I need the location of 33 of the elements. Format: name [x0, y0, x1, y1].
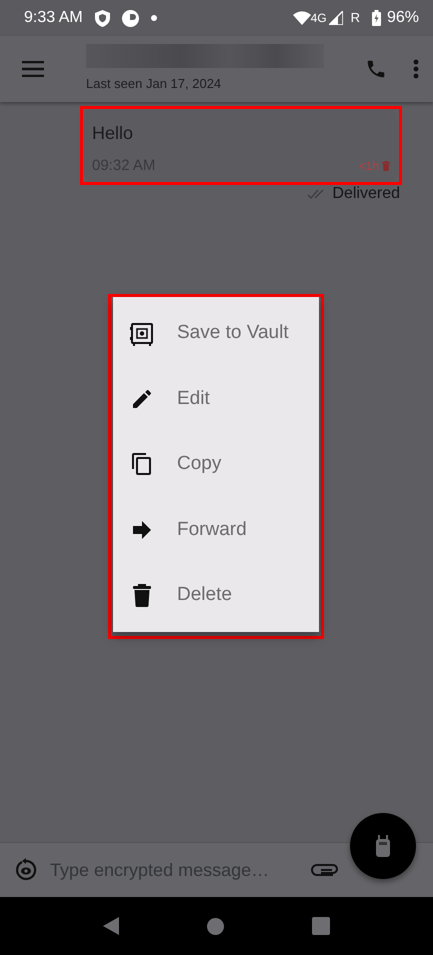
trash-icon: [132, 583, 152, 608]
home-icon[interactable]: [207, 918, 224, 934]
menu-item[interactable]: Forward: [113, 516, 319, 544]
roaming-indicator: R: [350, 9, 360, 28]
menu-item[interactable]: Edit: [113, 384, 319, 414]
network-type: 4G: [310, 10, 327, 27]
status-time: 9:33 AM: [24, 8, 83, 28]
menu-item[interactable]: Delete: [113, 581, 319, 610]
delivery-status: Delivered: [332, 184, 400, 204]
menu-item[interactable]: Save to Vault: [113, 319, 319, 348]
arrow-right-icon: [131, 518, 153, 541]
back-icon[interactable]: [103, 917, 119, 935]
battery-icon: [372, 10, 381, 26]
timer-eye-icon[interactable]: [14, 858, 38, 882]
copy-icon: [130, 452, 154, 476]
expiry-timer: <1h: [358, 158, 379, 176]
shield-icon: [94, 10, 110, 26]
dot-icon: [150, 15, 157, 21]
message-text: Hello: [92, 122, 134, 145]
last-seen-text: Last seen Jan 17, 2024: [86, 75, 222, 94]
app-circle-icon: [122, 10, 139, 26]
walkie-talkie-icon: [376, 835, 390, 857]
trash-icon: [382, 161, 390, 172]
wifi-icon: [292, 11, 311, 25]
menu-item[interactable]: Copy: [113, 450, 319, 479]
battery-level: 96%: [386, 8, 419, 28]
attachment-icon[interactable]: [311, 863, 339, 877]
more-options-icon[interactable]: [413, 59, 419, 79]
menu-icon[interactable]: [22, 61, 44, 77]
phone-icon[interactable]: [365, 58, 387, 80]
walkie-talkie-button[interactable]: [350, 813, 416, 879]
safe-icon: [130, 322, 154, 346]
signal-icon: [328, 11, 343, 25]
